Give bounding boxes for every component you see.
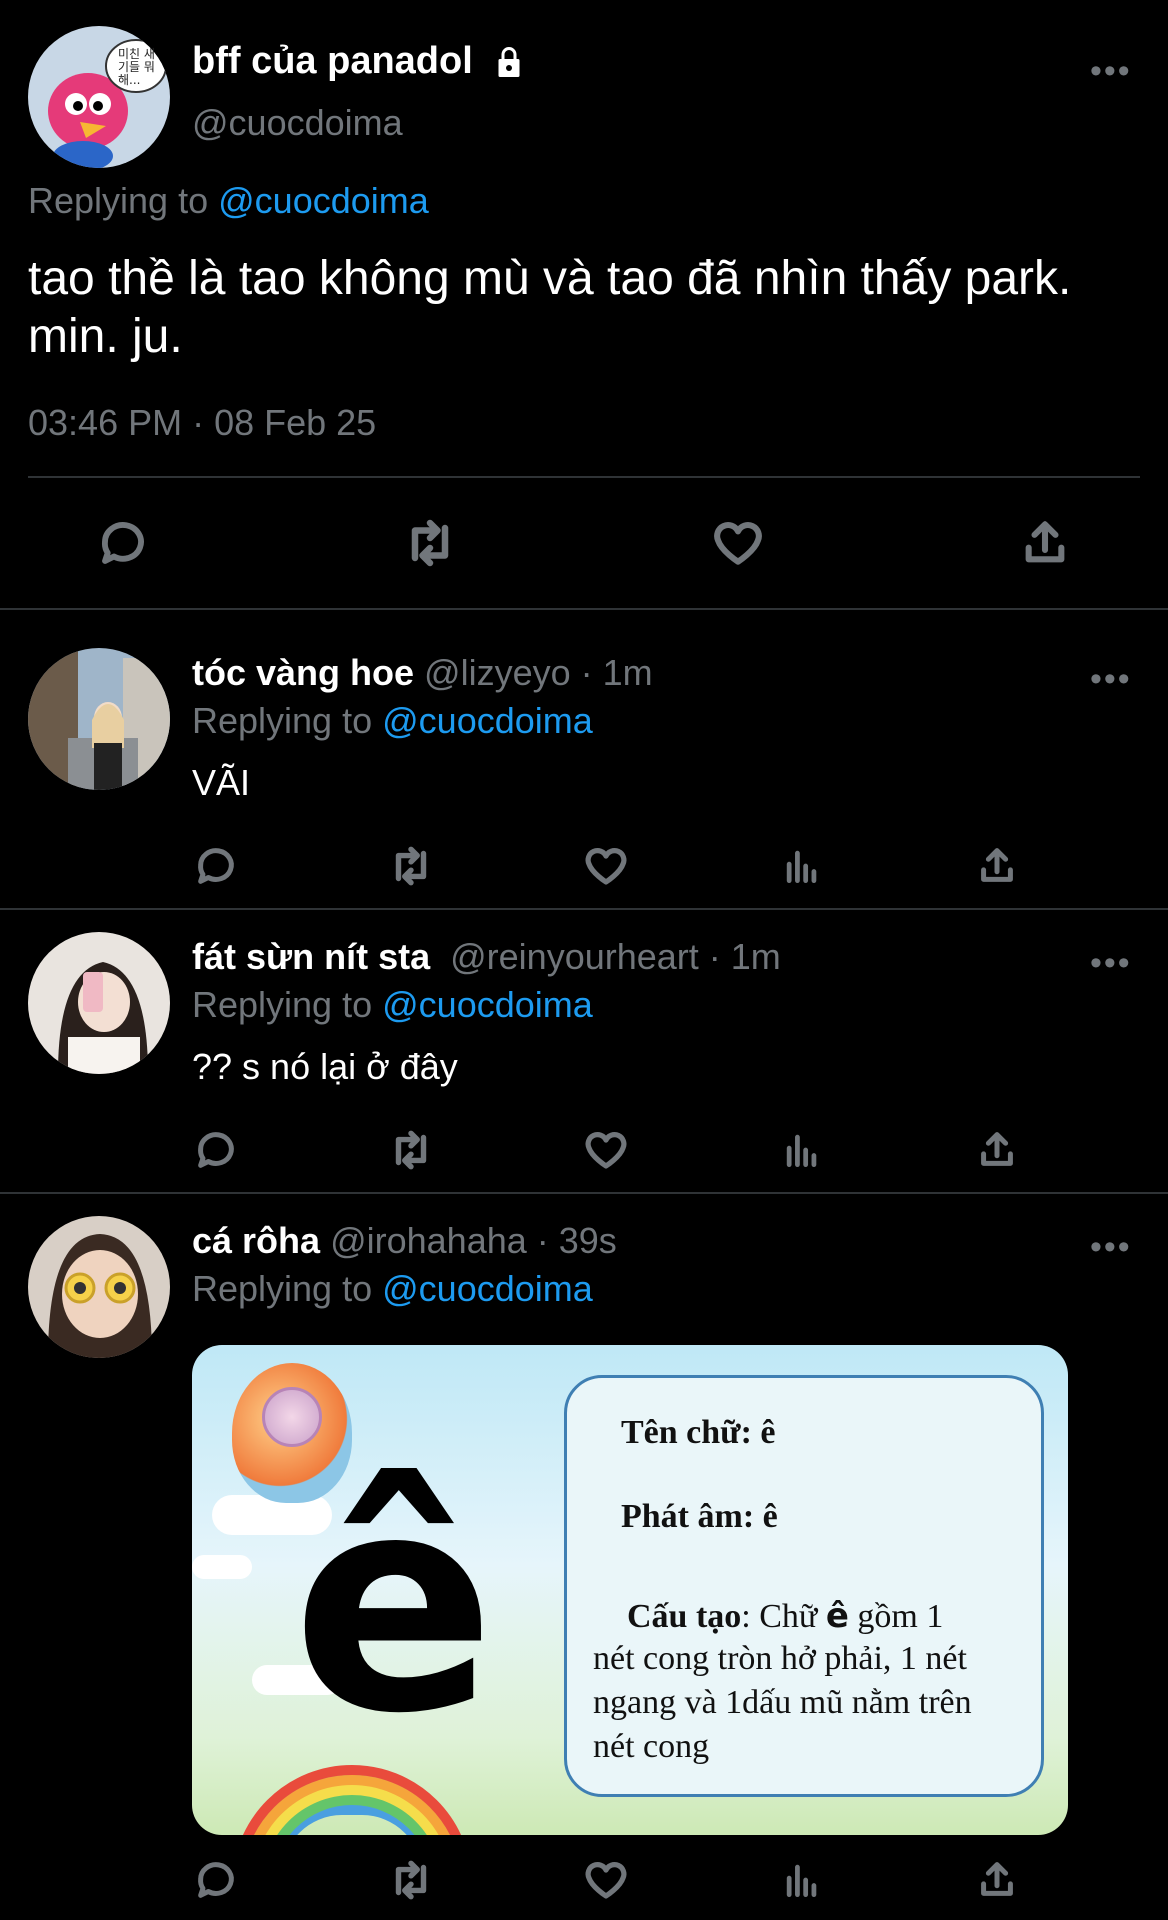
cloud-decoration [192,1555,252,1579]
divider [0,908,1168,910]
more-options-icon[interactable]: ••• [1090,52,1132,91]
reply-icon[interactable] [188,838,244,894]
structure-text-a: : Chữ [741,1598,818,1635]
handle-time[interactable]: @reinyourheart · 1m [450,936,781,977]
divider [0,608,1168,610]
divider [28,476,1140,478]
share-icon[interactable] [969,1852,1025,1908]
handle-time[interactable]: @lizyeyo · 1m [424,652,653,693]
reply-icon[interactable] [188,1852,244,1908]
structure-line: Cấu tạo: Chữ ê gồm 1 [627,1596,943,1636]
big-letter: ê [292,1430,496,1779]
retweet-icon[interactable] [383,1122,439,1178]
structure-label: Cấu tạo [627,1598,742,1635]
tweet-text: ?? s nó lại ở đây [192,1046,458,1087]
replying-to-link[interactable]: @cuocdoima [382,700,593,741]
tweet-text: tao thề là tao không mù và tao đã nhìn t… [28,252,1072,363]
display-name-text: bff của panadol [192,40,473,82]
reply-header: tóc vàng hoe @lizyeyo · 1m [192,652,653,694]
reply-icon[interactable] [188,1122,244,1178]
display-name[interactable]: cá rôha [192,1220,320,1261]
replying-to-link[interactable]: @cuocdoima [218,180,429,221]
structure-line-2: nét cong tròn hở phải, 1 nét [593,1640,967,1677]
reply-icon[interactable] [88,508,158,578]
replying-prefix: Replying to [192,984,373,1025]
timestamp[interactable]: 03:46 PM · 08 Feb 25 [28,402,376,444]
replying-to-link[interactable]: @cuocdoima [382,984,593,1025]
name-label: Tên chữ: [621,1414,752,1451]
replying-prefix: Replying to [192,1268,373,1309]
info-panel: Tên chữ: ê Phát âm: ê Cấu tạo: Chữ ê gồm… [564,1375,1044,1797]
name-line: Tên chữ: ê [621,1414,776,1452]
more-options-icon[interactable]: ••• [1090,1228,1132,1267]
replying-to: Replying to @cuocdoima [192,700,593,742]
display-name[interactable]: bff của panadol [192,40,527,83]
retweet-icon[interactable] [383,838,439,894]
avatar[interactable] [28,648,170,790]
reply-header: fát sừn nít sta @reinyourheart · 1m [192,936,781,978]
replying-to: Replying to @cuocdoima [192,1268,593,1310]
more-options-icon[interactable]: ••• [1090,944,1132,983]
analytics-icon[interactable] [774,1122,830,1178]
replying-to-link[interactable]: @cuocdoima [382,1268,593,1309]
share-icon[interactable] [969,838,1025,894]
structure-line-4: nét cong [593,1728,710,1765]
handle-time[interactable]: @irohahaha · 39s [330,1220,617,1261]
avatar[interactable] [28,932,170,1074]
structure-line-3: ngang và 1dấu mũ nằm trên [593,1684,972,1721]
analytics-icon[interactable] [774,1852,830,1908]
display-name[interactable]: tóc vàng hoe [192,652,414,693]
like-icon[interactable] [578,838,634,894]
divider [0,1192,1168,1194]
pronunciation-value: ê [762,1498,778,1535]
pronunciation-label: Phát âm: [621,1498,755,1535]
handle[interactable]: @cuocdoima [192,102,403,144]
retweet-icon[interactable] [395,508,465,578]
analytics-icon[interactable] [774,838,830,894]
more-options-icon[interactable]: ••• [1090,660,1132,699]
avatar-bubble-text: 미친 새기들 뭐해... [118,47,155,87]
replying-to: Replying to @cuocdoima [28,180,429,222]
lock-icon [491,44,527,80]
structure-letter: ê [825,1596,849,1636]
like-icon[interactable] [703,508,773,578]
tweet-text: VÃI [192,762,251,803]
structure-text-b: gồm 1 [857,1598,944,1635]
display-name[interactable]: fát sừn nít sta [192,936,430,977]
reply-header: cá rôha @irohahaha · 39s [192,1220,617,1262]
like-icon[interactable] [578,1852,634,1908]
share-icon[interactable] [1010,508,1080,578]
replying-prefix: Replying to [28,180,209,221]
pronunciation-line: Phát âm: ê [621,1498,778,1536]
share-icon[interactable] [969,1122,1025,1178]
replying-prefix: Replying to [192,700,373,741]
attached-image[interactable]: ê Tên chữ: ê Phát âm: ê Cấu tạo: Chữ ê g… [192,1345,1068,1835]
avatar[interactable] [28,1216,170,1358]
replying-to: Replying to @cuocdoima [192,984,593,1026]
name-value: ê [760,1414,776,1451]
retweet-icon[interactable] [383,1852,439,1908]
like-icon[interactable] [578,1122,634,1178]
